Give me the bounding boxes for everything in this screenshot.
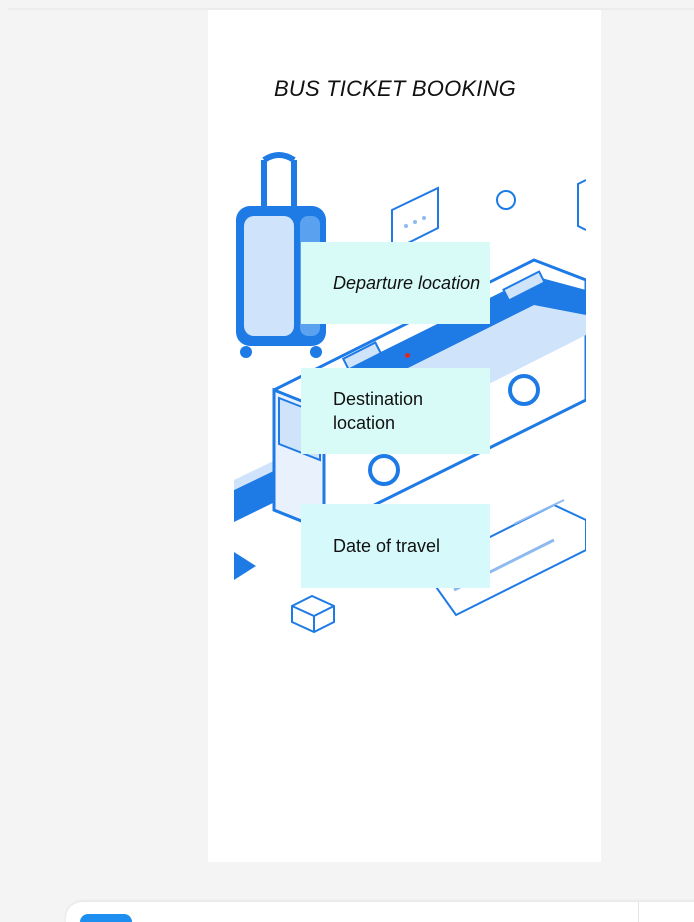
app-tab-icon[interactable] <box>80 914 132 922</box>
departure-location-field[interactable]: Departure location <box>301 242 490 324</box>
phone-frame: BUS TICKET BOOKING Departure location De… <box>208 10 601 862</box>
destination-location-field[interactable]: Destination location <box>301 368 490 454</box>
departure-location-label: Departure location <box>333 273 481 293</box>
toolbar-divider <box>638 902 639 922</box>
date-of-travel-label: Date of travel <box>333 536 441 556</box>
arrow-icon <box>234 552 256 580</box>
bottom-toolbar <box>66 902 694 922</box>
cube-icon <box>291 594 335 634</box>
canvas-stage: BUS TICKET BOOKING Departure location De… <box>0 0 694 922</box>
cursor-marker <box>405 353 410 358</box>
page-title: BUS TICKET BOOKING <box>274 76 516 101</box>
shape-icon <box>577 179 586 231</box>
circle-icon <box>496 190 516 210</box>
date-of-travel-field[interactable]: Date of travel <box>301 504 490 588</box>
destination-location-label: Destination location <box>333 389 424 433</box>
